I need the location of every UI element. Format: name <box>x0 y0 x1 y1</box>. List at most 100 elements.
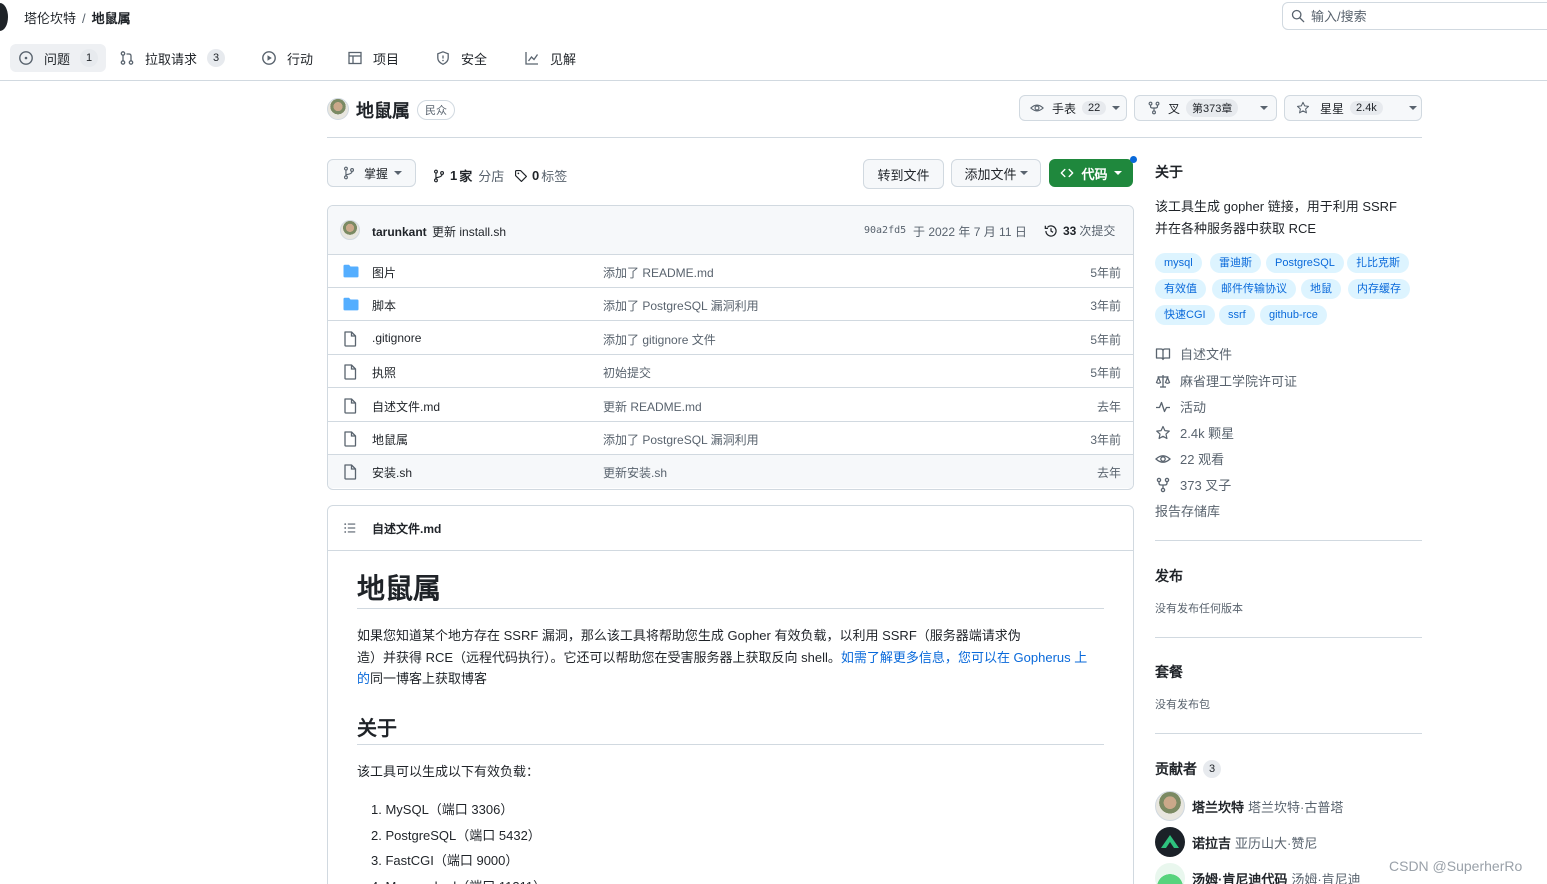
goto-file-button[interactable]: 转到文件 <box>863 159 944 189</box>
list-item: 1. MySQL（端口 3306） <box>371 802 514 817</box>
topic-tag[interactable]: 雷迪斯 <box>1210 253 1261 273</box>
fork-dropdown[interactable] <box>1248 96 1277 120</box>
tab-pull-requests[interactable]: 拉取请求 3 <box>111 44 233 72</box>
sidebar-link-label: 2.4k 颗星 <box>1180 426 1235 441</box>
packages-heading[interactable]: 套餐 <box>1155 662 1183 682</box>
breadcrumb-repo[interactable]: 地鼠属 <box>92 11 131 26</box>
file-age: 5年前 <box>1090 332 1121 347</box>
author-avatar[interactable] <box>340 220 360 240</box>
sidebar-link-license[interactable]: 麻省理工学院许可证 <box>1155 371 1297 390</box>
releases-heading[interactable]: 发布 <box>1155 566 1183 586</box>
tags-link[interactable]: 0 标签 <box>514 166 567 185</box>
sidebar-link-activity[interactable]: 活动 <box>1155 397 1206 416</box>
repo-title[interactable]: 地鼠属 <box>356 97 410 123</box>
file-name[interactable]: 脚本 <box>372 297 396 314</box>
tab-actions-label: 行动 <box>287 51 314 67</box>
sidebar-link-forks[interactable]: 373 叉子 <box>1155 475 1231 494</box>
file-name[interactable]: 执照 <box>372 364 396 381</box>
contributor-row[interactable]: 诺拉吉 亚历山大·赞尼 <box>1155 827 1317 857</box>
commit-hash[interactable]: 90a2fd5 <box>864 225 906 236</box>
file-commit-message[interactable]: 添加了 PostgreSQL 漏洞利用 <box>603 297 759 314</box>
readme-payload-list: 1. MySQL（端口 3306） 2. PostgreSQL（端口 5432）… <box>371 797 546 884</box>
search-input[interactable] <box>1311 7 1531 25</box>
table-row[interactable]: 执照 初始提交 5年前 <box>328 355 1133 389</box>
topic-tag[interactable]: PostgreSQL <box>1266 253 1344 273</box>
code-button[interactable]: 代码 <box>1049 159 1133 187</box>
file-name[interactable]: .gitignore <box>372 331 421 345</box>
topic-tag[interactable]: 有效值 <box>1155 279 1206 299</box>
file-name[interactable]: 自述文件.md <box>372 398 440 415</box>
branch-selector[interactable]: 掌握 <box>327 159 416 187</box>
folder-icon-wrap <box>343 264 359 278</box>
file-commit-message[interactable]: 初始提交 <box>603 364 651 381</box>
table-row[interactable]: 地鼠属 添加了 PostgreSQL 漏洞利用 3年前 <box>328 422 1133 455</box>
file-icon <box>344 431 357 447</box>
topic-tag[interactable]: ssrf <box>1219 305 1255 325</box>
tab-projects-label: 项目 <box>373 51 400 67</box>
list-unordered-icon[interactable] <box>343 521 357 535</box>
tab-security[interactable]: 安全 <box>427 44 495 72</box>
visibility-badge: 民众 <box>417 100 455 120</box>
contributor-name: 汤姆·肯尼迪 <box>1291 871 1361 884</box>
about-line-2: 并在各种服务器中获取 RCE <box>1155 221 1317 236</box>
breadcrumb-owner[interactable]: 塔伦坎特 <box>24 11 76 26</box>
pull-request-icon <box>120 51 134 65</box>
watermark: CSDN @SuperherRo <box>1389 858 1523 874</box>
topic-tag[interactable]: 内存缓存 <box>1348 279 1410 299</box>
file-commit-message[interactable]: 添加了 gitignore 文件 <box>603 331 716 348</box>
eye-icon <box>1155 454 1171 463</box>
contributor-row[interactable]: 汤姆·肯尼迪代码 汤姆·肯尼迪 <box>1155 863 1361 884</box>
sidebar-link-readme[interactable]: 自述文件 <box>1155 344 1232 363</box>
search-icon <box>1291 9 1305 23</box>
commit-message[interactable]: 更新 install.sh <box>432 225 506 239</box>
readme-link-more-info[interactable]: 如需了解更多信息， <box>841 650 958 665</box>
file-name[interactable]: 图片 <box>372 264 396 281</box>
tab-pull-requests-count: 3 <box>207 49 226 67</box>
avatar[interactable] <box>1155 827 1185 857</box>
file-commit-message[interactable]: 更新 README.md <box>603 398 702 415</box>
topic-tag[interactable]: github-rce <box>1260 305 1327 325</box>
table-row[interactable]: .gitignore 添加了 gitignore 文件 5年前 <box>328 322 1133 355</box>
tab-issues[interactable]: 问题 1 <box>10 44 107 72</box>
table-row[interactable]: 安装.sh 更新安装.sh 去年 <box>328 455 1133 489</box>
avatar[interactable] <box>1155 791 1185 821</box>
report-repository-link[interactable]: 报告存储库 <box>1155 501 1220 520</box>
file-commit-message[interactable]: 添加了 README.md <box>603 264 714 281</box>
fork-button[interactable]: 叉 第373章 <box>1135 96 1248 120</box>
tags-count: 0 <box>532 168 540 183</box>
file-commit-message[interactable]: 添加了 PostgreSQL 漏洞利用 <box>603 431 759 448</box>
commit-author[interactable]: tarunkant <box>372 225 427 239</box>
file-icon <box>344 397 357 414</box>
topic-tag[interactable]: 扎比克斯 <box>1347 253 1409 273</box>
sidebar-link-watchers[interactable]: 22 观看 <box>1155 449 1224 468</box>
fork-button-group: 叉 第373章 <box>1134 95 1277 121</box>
topic-tag[interactable]: 快速CGI <box>1155 305 1215 325</box>
branches-link[interactable]: 1家 分店 <box>432 166 504 185</box>
readme-filename[interactable]: 自述文件.md <box>372 520 441 537</box>
contributors-heading[interactable]: 贡献者 3 <box>1155 759 1221 779</box>
topic-tag[interactable]: 地鼠 <box>1301 279 1341 299</box>
table-row[interactable]: 脚本 添加了 PostgreSQL 漏洞利用 3年前 <box>328 288 1133 322</box>
file-commit-message[interactable]: 更新安装.sh <box>603 464 667 481</box>
notification-dot <box>1130 156 1137 163</box>
sidebar-link-stars[interactable]: 2.4k 颗星 <box>1155 423 1234 442</box>
avatar[interactable] <box>1155 863 1185 884</box>
tab-actions[interactable]: 行动 <box>253 44 321 72</box>
watch-button[interactable]: 手表 22 <box>1019 95 1127 121</box>
file-name[interactable]: 地鼠属 <box>372 431 408 448</box>
commit-history-link[interactable]: 33 次提交 <box>1044 222 1115 239</box>
topic-tag[interactable]: mysql <box>1155 253 1202 273</box>
tab-insights[interactable]: 见解 <box>516 44 584 72</box>
topic-tag[interactable]: 邮件传输协议 <box>1212 279 1296 299</box>
owner-avatar[interactable] <box>327 98 349 120</box>
contributor-row[interactable]: 塔兰坎特 塔兰坎特·古普塔 <box>1155 791 1343 821</box>
search-box[interactable] <box>1282 2 1547 30</box>
table-row[interactable]: 图片 添加了 README.md 5年前 <box>328 255 1133 288</box>
tab-projects[interactable]: 项目 <box>339 44 407 72</box>
star-dropdown[interactable] <box>1393 96 1426 120</box>
file-name[interactable]: 安装.sh <box>372 464 412 481</box>
star-button[interactable]: 星星 2.4k <box>1285 96 1393 120</box>
github-logo-icon[interactable] <box>0 3 8 31</box>
add-file-button[interactable]: 添加文件 <box>951 159 1041 187</box>
table-row[interactable]: 自述文件.md 更新 README.md 去年 <box>328 389 1133 422</box>
